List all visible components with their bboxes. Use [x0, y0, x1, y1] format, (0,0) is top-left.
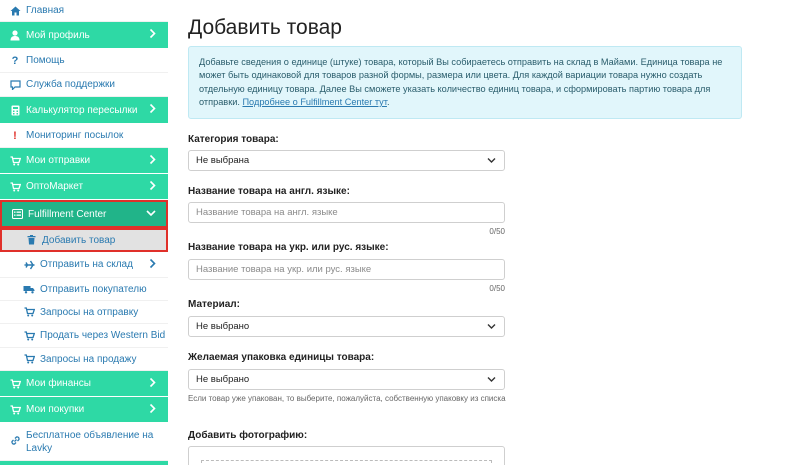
truck-icon — [22, 285, 36, 294]
chat-icon — [8, 79, 22, 90]
sidebar-item-label: Мой профиль — [26, 29, 90, 41]
category-value: Не выбрана — [196, 155, 250, 166]
sidebar-item-label: Fulfillment Center — [28, 208, 107, 220]
sidebar-item-sale-requests[interactable]: Запросы на продажу — [0, 348, 168, 371]
sidebar-item-label: Мониторинг посылок — [26, 130, 124, 141]
sidebar-item-send-to-buyer[interactable]: Отправить покупателю — [0, 278, 168, 301]
calculator-icon — [8, 105, 22, 116]
name-ru-input[interactable]: Название товара на укр. или рус. языке — [188, 259, 505, 280]
sidebar-item-my-purchases[interactable]: Мои покупки — [0, 397, 168, 423]
packaging-value: Не выбрано — [196, 374, 250, 385]
name-en-placeholder: Название товара на англ. языке — [196, 207, 338, 218]
sidebar-item-shipping-requests[interactable]: Запросы на отправку — [0, 301, 168, 324]
sidebar-item-monitoring[interactable]: ! Мониторинг посылок — [0, 124, 168, 148]
chevron-right-icon — [149, 258, 156, 271]
sidebar-item-label: ОптоМаркет — [26, 181, 84, 192]
link-icon — [8, 435, 22, 446]
sidebar-item-add-product[interactable]: Добавить товар — [0, 228, 168, 252]
chevron-right-icon — [149, 154, 156, 167]
main-content: Добавить товар Добавьте сведения о едини… — [168, 0, 800, 465]
category-select[interactable]: Не выбрана — [188, 150, 505, 171]
photo-label: Добавить фотографию: — [188, 430, 308, 441]
sidebar-item-label: Главная — [26, 5, 65, 16]
cart-icon — [8, 155, 22, 166]
packaging-label: Желаемая упаковка единицы товара: — [188, 352, 375, 363]
plane-icon — [22, 260, 36, 270]
sidebar: Главная Мой профиль ? Помощь Служба подд… — [0, 0, 168, 465]
sidebar-item-calculator[interactable]: Калькулятор пересылки — [0, 97, 168, 124]
sidebar-item-optomarket[interactable]: ОптоМаркет — [0, 174, 168, 200]
sidebar-item-label: Отправить на склад — [40, 259, 133, 270]
sidebar-item-label: Мои покупки — [26, 404, 85, 415]
sidebar-item-my-shipments[interactable]: Мои отправки — [0, 148, 168, 174]
info-text-end: . — [386, 97, 390, 108]
cart-icon — [22, 330, 36, 341]
name-en-label: Название товара на англ. языке: — [188, 186, 350, 197]
sidebar-item-label: Отправить покупателю — [40, 283, 147, 295]
material-value: Не выбрано — [196, 321, 250, 332]
chevron-right-icon — [149, 377, 156, 390]
cart-icon — [8, 181, 22, 192]
sidebar-item-home[interactable]: Главная — [0, 0, 168, 22]
cart-icon — [22, 307, 36, 317]
sidebar-item-label: Запросы на отправку — [40, 306, 139, 318]
sidebar-item-label: Помощь — [26, 55, 65, 66]
sidebar-item-support[interactable]: Служба поддержки — [0, 73, 168, 97]
sidebar-item-label: Бесплатное объявление на Lavky — [26, 430, 154, 454]
chevron-right-icon — [149, 103, 156, 117]
sidebar-item-fulfillment-center[interactable]: Fulfillment Center — [0, 200, 168, 228]
page-title: Добавить товар — [188, 16, 342, 39]
sidebar-item-send-to-warehouse[interactable]: Отправить на склад — [0, 252, 168, 278]
fulfillment-info-link[interactable]: Подробнее о Fulfillment Center тут — [242, 97, 387, 107]
packaging-select[interactable]: Не выбрано — [188, 369, 505, 390]
category-label: Категория товара: — [188, 134, 279, 145]
sidebar-item-help[interactable]: ? Помощь — [0, 49, 168, 73]
name-ru-counter: 0/50 — [489, 284, 505, 293]
chevron-right-icon — [149, 180, 156, 193]
sidebar-item-label: Мои отправки — [26, 155, 91, 166]
name-ru-placeholder: Название товара на укр. или рус. языке — [196, 264, 372, 275]
cart-icon — [8, 378, 22, 389]
sidebar-item-label: Продать через Western Bid — [40, 330, 166, 341]
chevron-down-icon — [146, 209, 156, 220]
photo-dropzone[interactable] — [201, 460, 492, 465]
packaging-hint: Если товар уже упакован, то выберите, по… — [188, 394, 506, 403]
list-icon — [10, 209, 24, 219]
sidebar-item-sell-western-bid[interactable]: Продать через Western Bid — [0, 324, 168, 348]
chevron-down-icon — [487, 321, 496, 332]
chevron-down-icon — [487, 155, 496, 166]
sidebar-item-label: Мои финансы — [26, 378, 91, 389]
sidebar-item-my-finances[interactable]: Мои финансы — [0, 371, 168, 397]
cart-icon — [8, 404, 22, 415]
info-box: Добавьте сведения о единице (штуке) това… — [188, 46, 742, 119]
user-icon — [8, 29, 22, 41]
photo-upload-area[interactable] — [188, 446, 505, 465]
sidebar-next-item-edge — [0, 461, 168, 465]
sidebar-item-label: Служба поддержки — [26, 79, 116, 90]
sidebar-item-label: Запросы на продажу — [40, 353, 137, 365]
name-ru-label: Название товара на укр. или рус. языке: — [188, 242, 389, 253]
trash-icon — [24, 235, 38, 245]
sidebar-item-profile[interactable]: Мой профиль — [0, 22, 168, 49]
sidebar-item-label: Калькулятор пересылки — [26, 104, 138, 116]
material-select[interactable]: Не выбрано — [188, 316, 505, 337]
cart-icon — [22, 354, 36, 364]
material-label: Материал: — [188, 299, 240, 310]
chevron-down-icon — [487, 374, 496, 385]
chevron-right-icon — [149, 28, 156, 42]
name-en-counter: 0/50 — [489, 227, 505, 236]
home-icon — [8, 6, 22, 16]
sidebar-item-free-ad-lavky[interactable]: Бесплатное объявление на Lavky — [0, 423, 168, 461]
name-en-input[interactable]: Название товара на англ. языке — [188, 202, 505, 223]
question-icon: ? — [11, 54, 19, 67]
sidebar-item-label: Добавить товар — [42, 234, 116, 246]
chevron-right-icon — [149, 403, 156, 416]
exclamation-icon: ! — [13, 129, 17, 142]
